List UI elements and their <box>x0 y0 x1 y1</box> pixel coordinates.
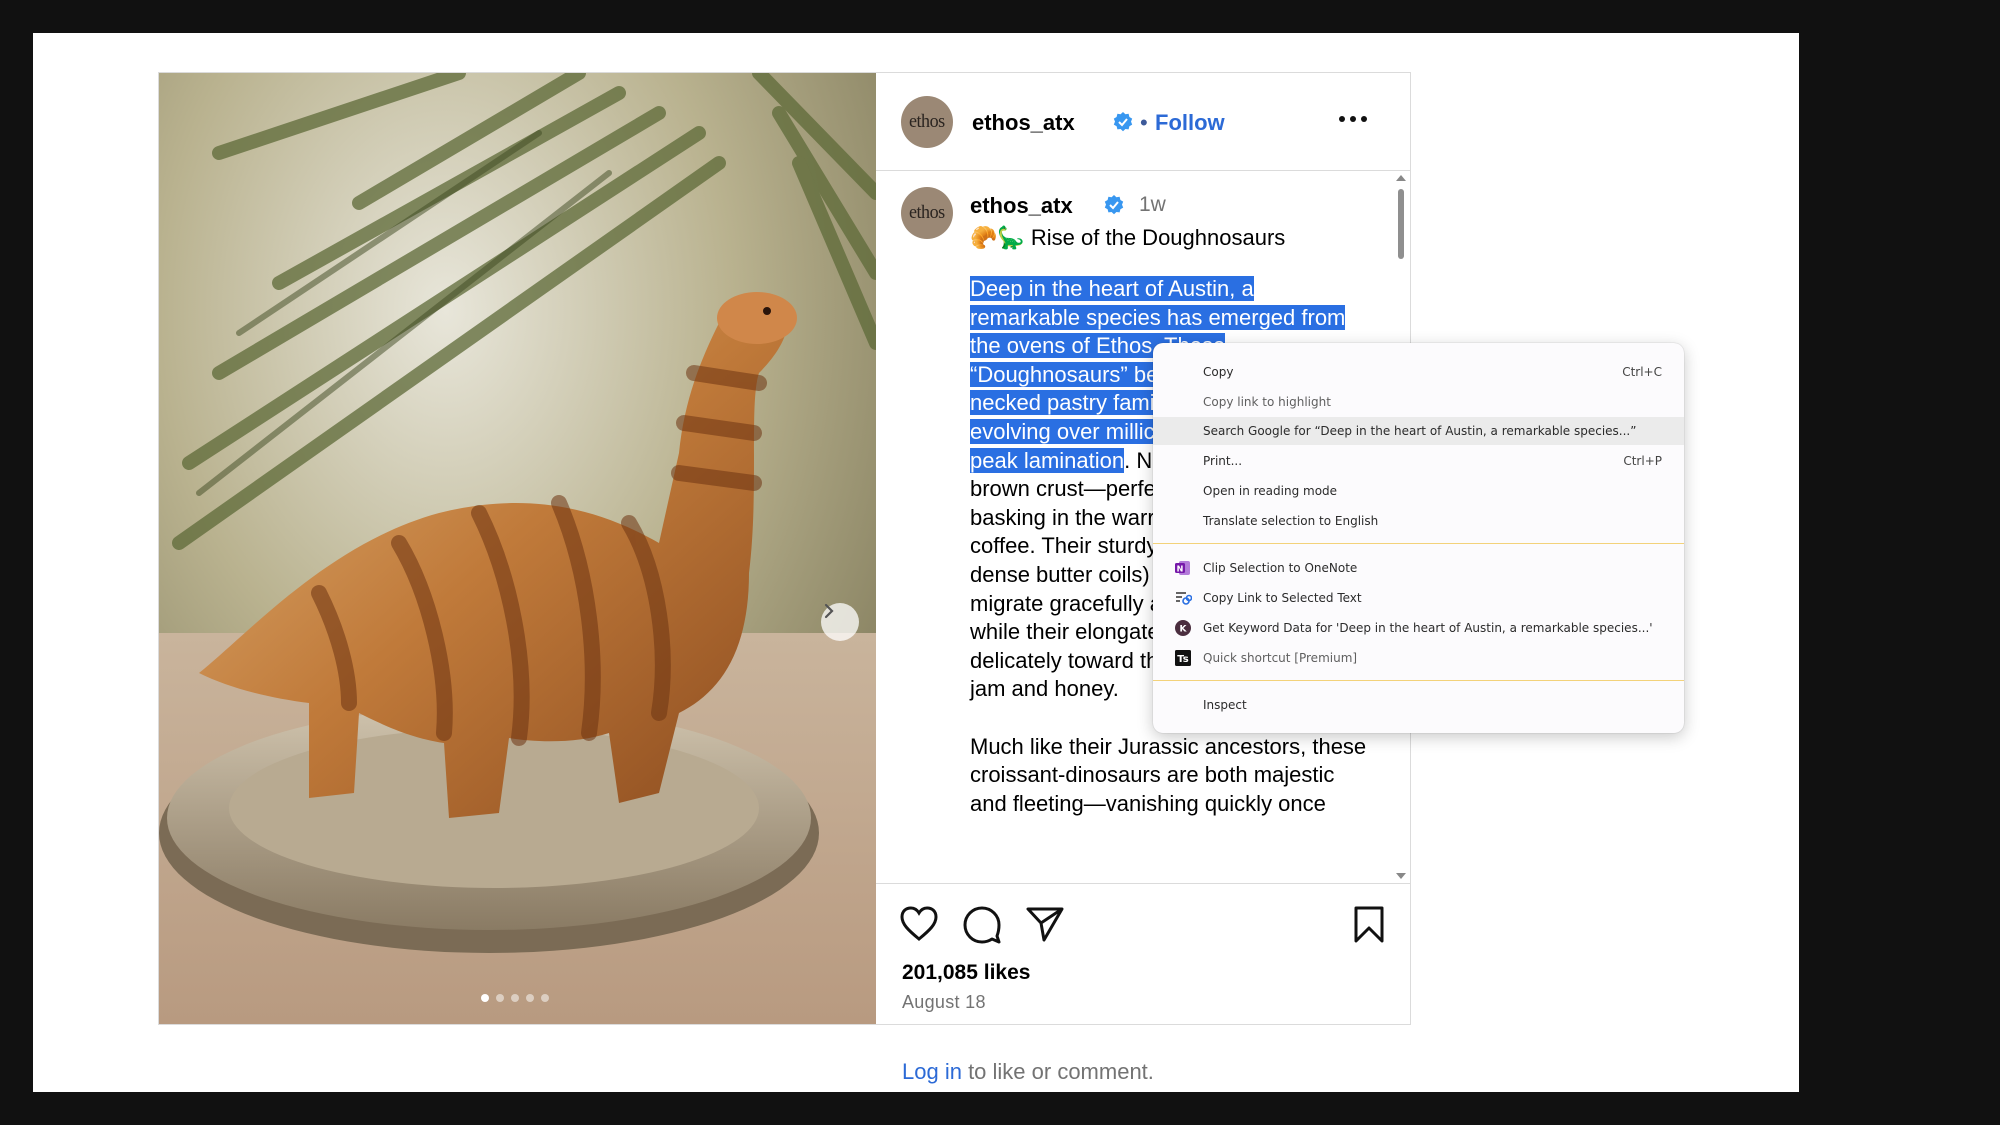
croissant-dinosaur-illustration <box>159 73 876 1024</box>
avatar-logo-text: ethos <box>909 111 945 132</box>
carousel-dot <box>541 994 549 1002</box>
selected-text: remarkable species has emerged from <box>970 304 1346 330</box>
share-icon[interactable] <box>1026 906 1064 942</box>
avatar-logo-text: ethos <box>909 202 945 223</box>
caption-text: . N <box>1124 447 1153 473</box>
bookmark-icon[interactable] <box>1353 906 1385 944</box>
menu-item-onenote[interactable]: N Clip Selection to OneNote <box>1153 554 1684 582</box>
caption-username[interactable]: ethos_atx <box>970 193 1073 219</box>
avatar[interactable]: ethos <box>901 96 953 148</box>
menu-item-label: Copy <box>1203 365 1234 379</box>
comment-icon[interactable] <box>963 906 1001 944</box>
dot-separator: • <box>1140 110 1148 135</box>
more-options-icon[interactable] <box>1338 115 1368 123</box>
menu-item-quick-shortcut[interactable]: Ts Quick shortcut [Premium] <box>1153 644 1684 672</box>
menu-item-shortcut: Ctrl+C <box>1622 365 1662 379</box>
chevron-right-icon <box>824 603 834 619</box>
post-header: ethos ethos_atx • Follow <box>876 73 1410 171</box>
menu-item-translate[interactable]: Translate selection to English <box>1153 507 1684 535</box>
menu-item-copy[interactable]: Copy Ctrl+C <box>1153 358 1684 386</box>
carousel-dot <box>481 994 489 1002</box>
scroll-down-arrow-icon[interactable] <box>1395 871 1407 881</box>
selected-text: evolving over millic <box>970 418 1155 444</box>
svg-text:N: N <box>1177 565 1184 574</box>
login-prompt: Log in to like or comment. <box>902 1059 1154 1085</box>
post-date: August 18 <box>902 992 986 1012</box>
carousel-next-button[interactable] <box>821 603 859 641</box>
selected-text: Deep in the heart of Austin, a <box>970 276 1254 301</box>
menu-item-label: Copy link to highlight <box>1203 395 1331 409</box>
menu-item-label: Search Google for “Deep in the heart of … <box>1203 424 1637 438</box>
menu-item-label: Open in reading mode <box>1203 484 1338 498</box>
menu-item-copy-link-to-highlight[interactable]: Copy link to highlight <box>1153 388 1684 416</box>
context-menu: Copy Ctrl+C Copy link to highlight Searc… <box>1153 343 1684 733</box>
selected-text: necked pastry fami <box>970 390 1155 416</box>
header-username[interactable]: ethos_atx <box>972 110 1075 136</box>
menu-item-label: Quick shortcut [Premium] <box>1203 651 1358 665</box>
menu-item-label: Print... <box>1203 454 1243 468</box>
menu-item-keyword-data[interactable]: K Get Keyword Data for 'Deep in the hear… <box>1153 614 1684 642</box>
post-actions: 201,085 likes August 18 Log in to like o… <box>876 883 1410 1084</box>
menu-item-label: Copy Link to Selected Text <box>1203 591 1362 605</box>
caption-line: croissant-dinosaurs are both majestic <box>970 762 1335 788</box>
login-prompt-text: to like or comment. <box>961 1059 1154 1084</box>
scrollbar-thumb[interactable] <box>1398 189 1404 259</box>
selected-text: peak lamination <box>970 447 1125 473</box>
menu-item-copy-link-selected-text[interactable]: Copy Link to Selected Text <box>1153 584 1684 612</box>
menu-item-shortcut: Ctrl+P <box>1623 454 1662 468</box>
text-shortcut-icon: Ts <box>1175 650 1191 666</box>
menu-item-search-google[interactable]: Search Google for “Deep in the heart of … <box>1153 417 1684 445</box>
menu-item-print[interactable]: Print... Ctrl+P <box>1153 447 1684 475</box>
carousel-dot <box>511 994 519 1002</box>
post-age[interactable]: 1w <box>1139 193 1166 217</box>
scroll-up-arrow-icon[interactable] <box>1395 173 1407 183</box>
caption-line: Deep in the heart of Austin, a <box>970 275 1370 304</box>
menu-separator <box>1153 543 1684 544</box>
menu-item-label: Translate selection to English <box>1203 514 1379 528</box>
svg-text:Ts: Ts <box>1177 654 1188 665</box>
onenote-icon: N <box>1175 561 1190 575</box>
carousel-indicator <box>481 994 549 1002</box>
verified-badge-icon <box>1113 112 1133 132</box>
menu-item-label: Inspect <box>1203 698 1247 712</box>
menu-separator <box>1153 680 1684 681</box>
caption-line: remarkable species has emerged from <box>970 304 1370 333</box>
heart-icon[interactable] <box>900 906 938 942</box>
keyword-icon: K <box>1175 620 1191 636</box>
carousel-dot <box>526 994 534 1002</box>
login-link[interactable]: Log in <box>902 1059 962 1084</box>
follow-button[interactable]: Follow <box>1155 110 1225 136</box>
post-photo[interactable] <box>159 73 876 1024</box>
caption-title: 🥐🦕 Rise of the Doughnosaurs <box>970 225 1286 250</box>
verified-badge-icon <box>1104 195 1124 215</box>
menu-item-reading-mode[interactable]: Open in reading mode <box>1153 477 1684 505</box>
caption-line: Much like their Jurassic ancestors, thes… <box>970 733 1367 759</box>
menu-item-inspect[interactable]: Inspect <box>1153 691 1684 719</box>
carousel-dot <box>496 994 504 1002</box>
menu-item-label: Get Keyword Data for 'Deep in the heart … <box>1203 621 1653 635</box>
menu-item-label: Clip Selection to OneNote <box>1203 561 1358 575</box>
link-text-icon <box>1176 592 1192 605</box>
avatar[interactable]: ethos <box>901 187 953 239</box>
svg-text:K: K <box>1180 625 1188 635</box>
likes-count[interactable]: 201,085 likes <box>902 961 1030 985</box>
selected-text: “Doughnosaurs” be <box>970 361 1159 387</box>
caption-line: and fleeting—vanishing quickly once <box>970 790 1326 816</box>
